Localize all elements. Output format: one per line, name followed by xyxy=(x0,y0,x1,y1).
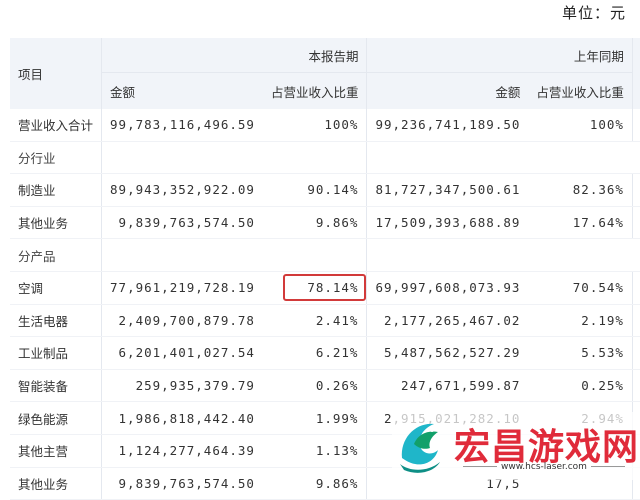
row-label: 绿色能源 xyxy=(10,401,103,435)
row-label: 空调 xyxy=(10,271,103,305)
row-label: 生活电器 xyxy=(10,304,103,338)
row-label: 其他主营 xyxy=(10,434,103,468)
section-row: 分行业 xyxy=(10,141,640,175)
cell-cur-share: 6.21% xyxy=(262,336,368,370)
header-cur-amount: 金额 xyxy=(101,72,263,109)
row-label: 制造业 xyxy=(10,173,103,207)
cell-prev-amount: 99,236,741,189.50 xyxy=(366,109,529,142)
cell-cur-share: 9.86% xyxy=(262,206,368,240)
cell-prev-amount: 5,487,562,527.29 xyxy=(366,336,529,370)
row-label: 其他业务 xyxy=(10,467,103,500)
cell-prev-share: 100% xyxy=(528,109,633,142)
row-label: 其他业务 xyxy=(10,206,103,240)
dragon-logo-icon xyxy=(400,423,440,473)
cell-cur-share: 100% xyxy=(262,109,368,142)
table-row: 营业收入合计 99,783,116,496.59 100% 99,236,741,18… xyxy=(10,109,640,142)
cell-cur-amount: 99,783,116,496.59 xyxy=(101,109,263,142)
header-cur-share: 占营业收入比重 xyxy=(262,72,368,109)
empty-cell xyxy=(366,141,529,175)
cell-cur-share: 1.99% xyxy=(262,401,368,435)
empty-cell xyxy=(528,141,633,175)
table-row: 智能装备 259,935,379.79 0.26% 247,671,599.87 0.2… xyxy=(10,369,640,403)
empty-cell xyxy=(262,238,368,272)
empty-cell xyxy=(101,141,263,175)
cell-yoy xyxy=(631,109,640,142)
cell-cur-share: 0.26% xyxy=(262,369,368,403)
row-label: 分行业 xyxy=(10,141,103,175)
cell-cur-share: 90.14% xyxy=(262,173,368,207)
cell-prev-share: 82.36% xyxy=(528,173,633,207)
row-label: 智能装备 xyxy=(10,369,103,403)
cell-prev-amount: 81,727,347,500.61 xyxy=(366,173,529,207)
table-row: 制造业 89,943,352,922.09 90.14% 81,727,347,500… xyxy=(10,173,640,207)
cell-yoy: 1 xyxy=(631,304,640,338)
cell-cur-amount: 77,961,219,728.19 xyxy=(101,271,263,305)
cell-cur-amount: 9,839,763,574.50 xyxy=(101,467,263,500)
header-current-period: 本报告期 xyxy=(101,38,368,73)
cell-cur-share: 1.13% xyxy=(262,434,368,468)
cell-prev-share: 0.25% xyxy=(528,369,633,403)
cell-cur-amount: 2,409,700,879.78 xyxy=(101,304,263,338)
cell-cur-share: 9.86% xyxy=(262,467,368,500)
empty-cell xyxy=(632,141,640,175)
cell-yoy: 1 xyxy=(631,173,640,207)
table-row: 工业制品 6,201,401,027.54 6.21% 5,487,562,527.2… xyxy=(10,336,640,370)
cell-prev-share: 70.54% xyxy=(528,271,633,305)
cell-yoy: 1 xyxy=(631,271,640,305)
cell-cur-amount: 1,986,818,442.40 xyxy=(101,401,263,435)
empty-cell xyxy=(101,238,263,272)
table-row: 生活电器 2,409,700,879.78 2.41% 2,177,265,467.0… xyxy=(10,304,640,338)
cell-cur-amount: 89,943,352,922.09 xyxy=(101,173,263,207)
cell-prev-amount: 17,509,393,688.89 xyxy=(366,206,529,240)
cell-cur-amount: 9,839,763,574.50 xyxy=(101,206,263,240)
watermark-url: www.hcs-laser.com xyxy=(454,462,634,472)
row-label: 分产品 xyxy=(10,238,103,272)
empty-cell xyxy=(632,238,640,272)
cell-cur-amount: 259,935,379.79 xyxy=(101,369,263,403)
table-row: 空调 77,961,219,728.19 78.14% 69,997,608,073.… xyxy=(10,271,640,305)
header-prev-share: 占营业收入比重 xyxy=(528,72,633,109)
watermark: 宏昌游戏网 www.hcs-laser.com xyxy=(392,412,640,480)
header-item: 项目 xyxy=(10,38,103,109)
cell-cur-share: 78.14% xyxy=(262,271,368,305)
section-row: 分产品 xyxy=(10,238,640,272)
highlight-box: 78.14% xyxy=(283,274,366,302)
cell-yoy: -4 xyxy=(631,206,640,240)
row-label: 营业收入合计 xyxy=(10,109,103,142)
cell-cur-share: 2.41% xyxy=(262,304,368,338)
unit-label: 单位：元 xyxy=(561,4,626,22)
cell-prev-share: 5.53% xyxy=(528,336,633,370)
header-prior-period: 上年同期 xyxy=(366,38,633,73)
empty-cell xyxy=(366,238,529,272)
cell-prev-amount: 247,671,599.87 xyxy=(366,369,529,403)
cell-prev-share: 2.19% xyxy=(528,304,633,338)
row-label: 工业制品 xyxy=(10,336,103,370)
header-prev-amount: 金额 xyxy=(366,72,529,109)
empty-cell xyxy=(262,141,368,175)
header-row-groups: 项目 本报告期 上年同期 同 xyxy=(10,38,640,109)
header-row-columns: 金额 占营业收入比重 金额 占营业收入比重 xyxy=(10,72,640,109)
table-row: 其他业务 9,839,763,574.50 9.86% 17,509,393,688.… xyxy=(10,206,640,240)
cell-yoy xyxy=(631,369,640,403)
header-yoy: 同 xyxy=(631,38,640,109)
cell-cur-amount: 1,124,277,464.39 xyxy=(101,434,263,468)
cell-cur-amount: 6,201,401,027.54 xyxy=(101,336,263,370)
empty-cell xyxy=(528,238,633,272)
cell-prev-amount: 69,997,608,073.93 xyxy=(366,271,529,305)
cell-prev-amount: 2,177,265,467.02 xyxy=(366,304,529,338)
cell-prev-share: 17.64% xyxy=(528,206,633,240)
cell-yoy: 1 xyxy=(631,336,640,370)
